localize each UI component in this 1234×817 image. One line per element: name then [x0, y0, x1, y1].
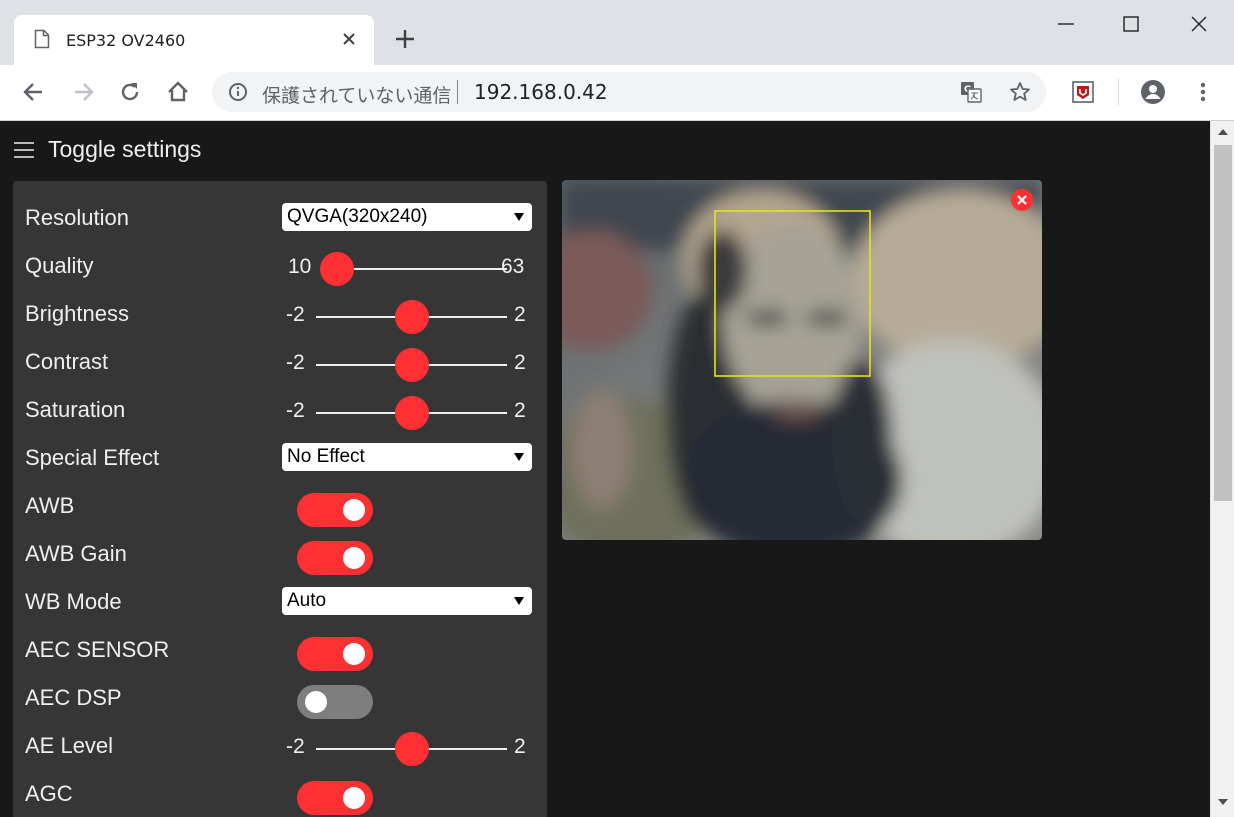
info-icon[interactable]: [228, 82, 248, 102]
caret-down-icon: [514, 453, 524, 461]
brightness-min: -2: [286, 303, 305, 326]
back-icon[interactable]: [21, 79, 47, 105]
forward-icon[interactable]: [70, 79, 96, 105]
camera-stream: [562, 180, 1042, 540]
menu-icon[interactable]: [1190, 79, 1216, 105]
awb-toggle[interactable]: [297, 493, 373, 527]
awb-label: AWB: [25, 493, 75, 518]
saturation-min: -2: [286, 399, 305, 422]
caret-down-icon: [514, 597, 524, 605]
quality-label: Quality: [25, 253, 94, 278]
browser-tab[interactable]: ESP32 OV2460: [14, 15, 374, 65]
window-close-icon[interactable]: [1187, 12, 1211, 36]
special-effect-label: Special Effect: [25, 445, 160, 470]
reload-icon[interactable]: [117, 79, 143, 105]
quality-min: 10: [288, 255, 312, 278]
saturation-row: Saturation -2 2: [25, 389, 537, 430]
star-icon[interactable]: [1008, 80, 1032, 104]
aec-sensor-row: AEC SENSOR: [25, 629, 537, 671]
toggle-knob: [343, 547, 365, 569]
toggle-knob: [305, 691, 327, 713]
page-scrollbar[interactable]: [1210, 121, 1234, 817]
home-icon[interactable]: [165, 79, 191, 105]
resolution-select[interactable]: QVGA(320x240): [282, 203, 532, 231]
stream-image: [562, 180, 1042, 540]
translate-icon[interactable]: G: [960, 81, 982, 103]
wb-mode-row: WB Mode Auto: [25, 581, 537, 621]
ae-level-slider-thumb[interactable]: [395, 732, 429, 766]
address-bar[interactable]: 保護されていない通信 192.168.0.42 G: [212, 72, 1046, 112]
wb-mode-select[interactable]: Auto: [282, 587, 532, 615]
agc-label: AGC: [25, 781, 73, 806]
awb-gain-toggle[interactable]: [297, 541, 373, 575]
resolution-row: Resolution QVGA(320x240): [25, 197, 537, 237]
url-text[interactable]: 192.168.0.42: [474, 80, 608, 104]
ae-level-min: -2: [286, 735, 305, 758]
toggle-knob: [343, 787, 365, 809]
awb-gain-row: AWB Gain: [25, 533, 537, 575]
omnibox-separator: [457, 80, 458, 104]
close-icon[interactable]: [340, 30, 358, 48]
special-effect-row: Special Effect No Effect: [25, 437, 537, 477]
aec-dsp-label: AEC DSP: [25, 685, 122, 710]
resolution-value: QVGA(320x240): [287, 206, 428, 227]
contrast-label: Contrast: [25, 349, 109, 374]
extension-icon[interactable]: [1071, 80, 1095, 104]
brightness-max: 2: [514, 303, 526, 326]
ae-level-label: AE Level: [25, 733, 114, 758]
quality-max: 63: [501, 255, 525, 278]
brightness-slider-thumb[interactable]: [395, 300, 429, 334]
scroll-down-icon[interactable]: [1217, 797, 1229, 807]
wb-mode-label: WB Mode: [25, 589, 122, 614]
hamburger-icon: [14, 142, 34, 158]
caret-down-icon: [514, 213, 524, 221]
contrast-slider-thumb[interactable]: [395, 348, 429, 382]
account-icon[interactable]: [1140, 79, 1166, 105]
plus-icon[interactable]: [394, 28, 416, 50]
aec-sensor-label: AEC SENSOR: [25, 637, 170, 662]
browser-toolbar: 保護されていない通信 192.168.0.42 G: [0, 65, 1234, 121]
awb-gain-label: AWB Gain: [25, 541, 127, 566]
aec-sensor-toggle[interactable]: [297, 637, 373, 671]
special-effect-select[interactable]: No Effect: [282, 443, 532, 471]
minimize-icon[interactable]: [1054, 12, 1078, 36]
quality-slider-thumb[interactable]: [320, 252, 354, 286]
agc-row: AGC: [25, 773, 537, 815]
ae-level-row: AE Level -2 2: [25, 725, 537, 766]
page-icon: [34, 29, 50, 49]
ae-level-max: 2: [514, 735, 526, 758]
browser-titlebar: ESP32 OV2460: [0, 0, 1234, 65]
settings-panel: Resolution QVGA(320x240) Quality 10 63 B…: [13, 181, 547, 817]
aec-dsp-toggle[interactable]: [297, 685, 373, 719]
contrast-row: Contrast -2 2: [25, 341, 537, 382]
quality-row: Quality 10 63: [25, 245, 537, 286]
saturation-slider-thumb[interactable]: [395, 396, 429, 430]
toolbar-divider: [1118, 79, 1119, 105]
special-effect-value: No Effect: [287, 446, 365, 467]
close-stream-icon[interactable]: [1010, 188, 1034, 212]
awb-row: AWB: [25, 485, 537, 527]
resolution-label: Resolution: [25, 205, 129, 230]
toggle-settings-label: Toggle settings: [48, 136, 202, 162]
saturation-max: 2: [514, 399, 526, 422]
toggle-knob: [343, 499, 365, 521]
contrast-max: 2: [514, 351, 526, 374]
agc-toggle[interactable]: [297, 781, 373, 815]
contrast-min: -2: [286, 351, 305, 374]
scroll-up-icon[interactable]: [1217, 127, 1229, 137]
aec-dsp-row: AEC DSP: [25, 677, 537, 719]
wb-mode-value: Auto: [287, 590, 327, 611]
scrollbar-thumb[interactable]: [1214, 145, 1232, 501]
toggle-knob: [343, 643, 365, 665]
brightness-row: Brightness -2 2: [25, 293, 537, 334]
page-viewport: Toggle settings Resolution QVGA(320x240)…: [0, 121, 1210, 817]
tab-title: ESP32 OV2460: [66, 31, 186, 50]
security-status: 保護されていない通信: [262, 85, 452, 107]
maximize-icon[interactable]: [1119, 12, 1143, 36]
brightness-label: Brightness: [25, 301, 129, 326]
saturation-label: Saturation: [25, 397, 126, 422]
